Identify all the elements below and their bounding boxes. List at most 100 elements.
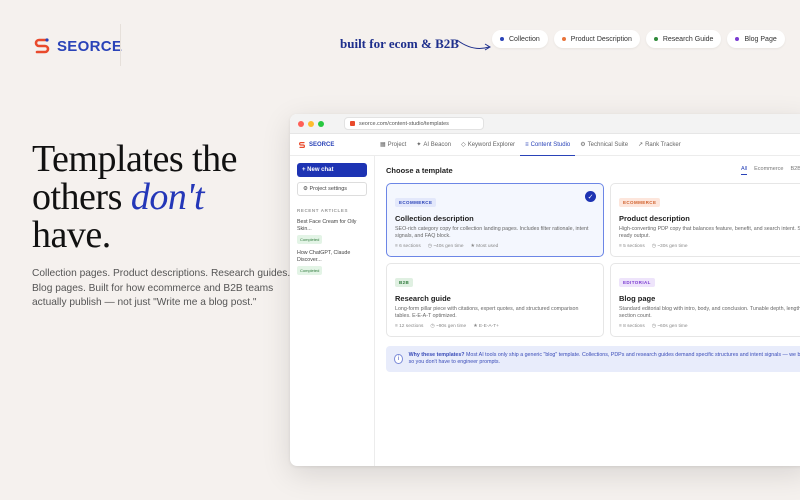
tab-label: Rank Tracker bbox=[645, 141, 681, 148]
card-title: Blog page bbox=[619, 294, 656, 303]
status-badge: Completed bbox=[297, 235, 323, 244]
seorce-logo-icon bbox=[34, 38, 50, 54]
tab-label: Technical Suite bbox=[587, 141, 629, 148]
sections-count: ≡ 6 sections bbox=[395, 244, 421, 249]
chip-product-description[interactable]: Product Description bbox=[553, 30, 640, 48]
hero-line-2-plain: others bbox=[32, 176, 131, 218]
card-title: Collection description bbox=[395, 214, 474, 223]
minimize-window-icon[interactable] bbox=[308, 120, 314, 127]
tab-content-studio[interactable]: ≡ Content Studio bbox=[520, 134, 576, 156]
sidebar: + New chat ⚙ Project settings RECENT ART… bbox=[290, 156, 375, 466]
chip-dot-icon bbox=[735, 37, 740, 41]
app-logo-text: SEORCE bbox=[309, 141, 335, 148]
new-chat-button[interactable]: + New chat bbox=[297, 163, 367, 177]
app-navbar: SEORCE ▦ Project ✦ AI Beacon ◇ Keyword Expl… bbox=[290, 134, 800, 156]
filter-ecommerce[interactable]: Ecommerce bbox=[754, 166, 783, 175]
recent-articles-heading: RECENT ARTICLES bbox=[297, 208, 349, 213]
info-body: Most AI tools only ship a generic "blog"… bbox=[408, 351, 800, 366]
card-meta: ≡ 6 sections ◷ ~40s gen time ★ Most used bbox=[395, 244, 498, 249]
info-text: Why these templates? Most AI tools only … bbox=[409, 352, 800, 367]
chip-dot-icon bbox=[561, 37, 566, 41]
page-title: Choose a template bbox=[386, 166, 453, 175]
browser-window: seorce.com/content-studio/templates SEOR… bbox=[290, 114, 800, 466]
brand-logo[interactable]: SEORCE bbox=[32, 36, 122, 56]
template-card-collection[interactable]: ECOMMERCE ✓ Collection description SEO-r… bbox=[386, 183, 604, 257]
recent-article-item[interactable]: Best Face Cream for Oily Skin... Complet… bbox=[297, 219, 367, 244]
check-icon: ✓ bbox=[585, 191, 596, 202]
template-chips: Collection Product Description Research … bbox=[492, 30, 785, 48]
template-filters: All Ecommerce B2B bbox=[741, 166, 800, 175]
tab-label: AI Beacon bbox=[423, 141, 452, 148]
trend-arrow-icon: ↗ bbox=[638, 142, 644, 148]
seorce-logo-icon bbox=[299, 141, 305, 148]
card-title: Product description bbox=[619, 214, 690, 223]
card-meta: ≡ 8 sections ◷ ~60s gen time bbox=[619, 324, 688, 329]
card-description: SEO-rich category copy for collection la… bbox=[395, 226, 589, 240]
favicon-icon bbox=[350, 121, 355, 126]
tab-rank-tracker[interactable]: ↗ Rank Tracker bbox=[633, 134, 686, 155]
chip-label: Product Description bbox=[570, 35, 632, 43]
info-banner: i Why these templates? Most AI tools onl… bbox=[386, 346, 800, 372]
category-tag: B2B bbox=[395, 278, 414, 287]
tab-label: Keyword Explorer bbox=[467, 141, 516, 148]
hero-subtext: Collection pages. Product descriptions. … bbox=[32, 268, 291, 308]
list-icon: ≡ bbox=[525, 141, 529, 148]
close-window-icon[interactable] bbox=[298, 120, 304, 127]
hero-line-2: others don't bbox=[32, 178, 237, 216]
status-badge: Completed bbox=[297, 266, 323, 275]
chip-collection[interactable]: Collection bbox=[492, 30, 548, 48]
filter-all[interactable]: All bbox=[741, 166, 748, 175]
card-title: Research guide bbox=[395, 294, 451, 303]
hero-accent: don't bbox=[130, 176, 205, 218]
card-description: Standard editorial blog with intro, body… bbox=[619, 306, 800, 320]
chip-dot-icon bbox=[653, 37, 658, 41]
maximize-window-icon[interactable] bbox=[318, 120, 324, 127]
url-bar[interactable]: seorce.com/content-studio/templates bbox=[344, 117, 484, 130]
info-bold: Why these templates? bbox=[408, 351, 465, 358]
category-tag: EDITORIAL bbox=[619, 278, 655, 287]
app-logo[interactable]: SEORCE bbox=[290, 141, 375, 149]
template-card-product[interactable]: ECOMMERCE Product description High-conve… bbox=[610, 183, 800, 257]
chip-label: Collection bbox=[509, 35, 540, 43]
gen-time: ◷ ~30s gen time bbox=[651, 244, 688, 249]
chip-blog-page[interactable]: Blog Page bbox=[727, 30, 785, 48]
chip-label: Research Guide bbox=[662, 35, 714, 43]
tab-technical-suite[interactable]: ⚙ Technical Suite bbox=[575, 134, 633, 155]
filter-b2b[interactable]: B2B bbox=[790, 166, 800, 175]
card-meta: ≡ 5 sections ◷ ~30s gen time bbox=[619, 244, 688, 249]
template-card-research[interactable]: B2B Research guide Long-form pillar piec… bbox=[386, 263, 604, 337]
category-tag: ECOMMERCE bbox=[619, 198, 661, 207]
hero-heading: Templates the others don't have. bbox=[32, 140, 238, 254]
brand-name: SEORCE bbox=[57, 37, 123, 55]
project-settings-button[interactable]: ⚙ Project settings bbox=[297, 182, 367, 196]
gen-time: ◷ ~60s gen time bbox=[651, 324, 688, 329]
category-tag: ECOMMERCE bbox=[395, 198, 437, 207]
chip-dot-icon bbox=[500, 37, 504, 41]
sections-count: ≡ 5 sections bbox=[619, 244, 645, 249]
tab-project[interactable]: ▦ Project bbox=[375, 134, 411, 155]
built-for-label: built for ecom & B2B bbox=[340, 36, 459, 51]
sections-count: ≡ 8 sections bbox=[619, 324, 645, 329]
tab-label: Content Studio bbox=[530, 141, 571, 148]
diamond-icon: ◇ bbox=[461, 142, 466, 148]
grid-icon: ▦ bbox=[380, 142, 386, 148]
tab-ai-beacon[interactable]: ✦ AI Beacon bbox=[411, 134, 456, 155]
recent-article-item[interactable]: How ChatGPT, Claude Discover... Complete… bbox=[297, 250, 367, 275]
main-content: Choose a template All Ecommerce B2B ECOM… bbox=[386, 156, 800, 466]
card-description: High-converting PDP copy that balances f… bbox=[619, 226, 800, 240]
article-title: How ChatGPT, Claude Discover... bbox=[297, 250, 351, 263]
template-card-blog[interactable]: EDITORIAL Blog page Standard editorial b… bbox=[610, 263, 800, 337]
gen-time: ◷ ~90s gen time bbox=[430, 324, 467, 329]
tab-label: Project bbox=[387, 141, 407, 148]
sections-count: ≡ 12 sections bbox=[395, 324, 424, 329]
chip-research-guide[interactable]: Research Guide bbox=[645, 30, 722, 48]
curved-arrow-icon bbox=[456, 39, 491, 51]
nav-tabs: ▦ Project ✦ AI Beacon ◇ Keyword Explorer ≡ C… bbox=[375, 134, 686, 156]
card-meta: ≡ 12 sections ◷ ~90s gen time ★ E-E-A-T+ bbox=[395, 324, 499, 329]
article-title: Best Face Cream for Oily Skin... bbox=[297, 219, 357, 232]
chip-label: Blog Page bbox=[744, 35, 777, 43]
tab-keyword-explorer[interactable]: ◇ Keyword Explorer bbox=[456, 134, 520, 155]
browser-titlebar: seorce.com/content-studio/templates bbox=[290, 114, 800, 134]
url-text: seorce.com/content-studio/templates bbox=[359, 120, 449, 127]
gen-time: ◷ ~40s gen time bbox=[427, 244, 464, 249]
